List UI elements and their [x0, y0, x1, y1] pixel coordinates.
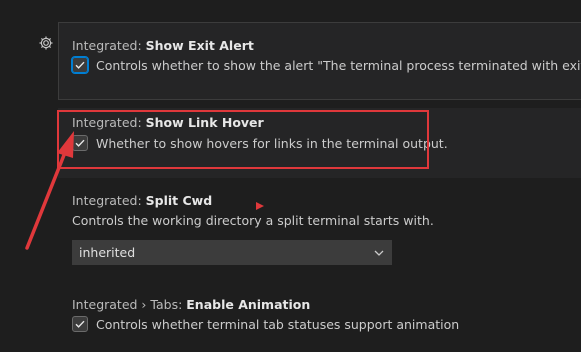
chevron-down-icon: [374, 250, 384, 256]
setting-category: Integrated:: [72, 38, 146, 53]
play-icon: [256, 202, 264, 210]
check-icon: [75, 61, 85, 69]
enable-animation-checkbox[interactable]: [72, 316, 88, 332]
gear-icon[interactable]: [38, 35, 54, 51]
annotation-highlight-box: [57, 110, 429, 169]
setting-description: Controls whether terminal tab statuses s…: [96, 316, 460, 332]
setting-title: Integrated: Show Exit Alert: [72, 38, 254, 53]
check-icon: [75, 320, 85, 328]
setting-show-exit-alert: Integrated: Show Exit Alert Controls whe…: [58, 22, 581, 100]
checkbox-row: Controls whether terminal tab statuses s…: [72, 316, 459, 332]
setting-tabs-enable-animation: Integrated › Tabs: Enable Animation Cont…: [58, 290, 581, 350]
setting-split-cwd: Integrated: Split Cwd Controls the worki…: [58, 186, 581, 282]
select-value: inherited: [79, 245, 136, 260]
show-exit-alert-checkbox[interactable]: [71, 56, 89, 74]
setting-name: Enable Animation: [186, 297, 311, 312]
setting-name: Show Exit Alert: [145, 38, 254, 53]
split-cwd-select[interactable]: inherited: [72, 240, 392, 265]
setting-name: Split Cwd: [145, 193, 213, 208]
setting-description: Controls the working directory a split t…: [72, 213, 434, 228]
setting-category: Integrated:: [72, 193, 146, 208]
checkbox-row: Controls whether to show the alert "The …: [71, 56, 581, 74]
setting-title: Integrated: Split Cwd: [72, 193, 212, 208]
setting-category: Integrated › Tabs:: [72, 297, 187, 312]
setting-title: Integrated › Tabs: Enable Animation: [72, 297, 310, 312]
settings-page: Integrated: Show Exit Alert Controls whe…: [0, 0, 581, 352]
setting-description: Controls whether to show the alert "The …: [96, 57, 581, 73]
